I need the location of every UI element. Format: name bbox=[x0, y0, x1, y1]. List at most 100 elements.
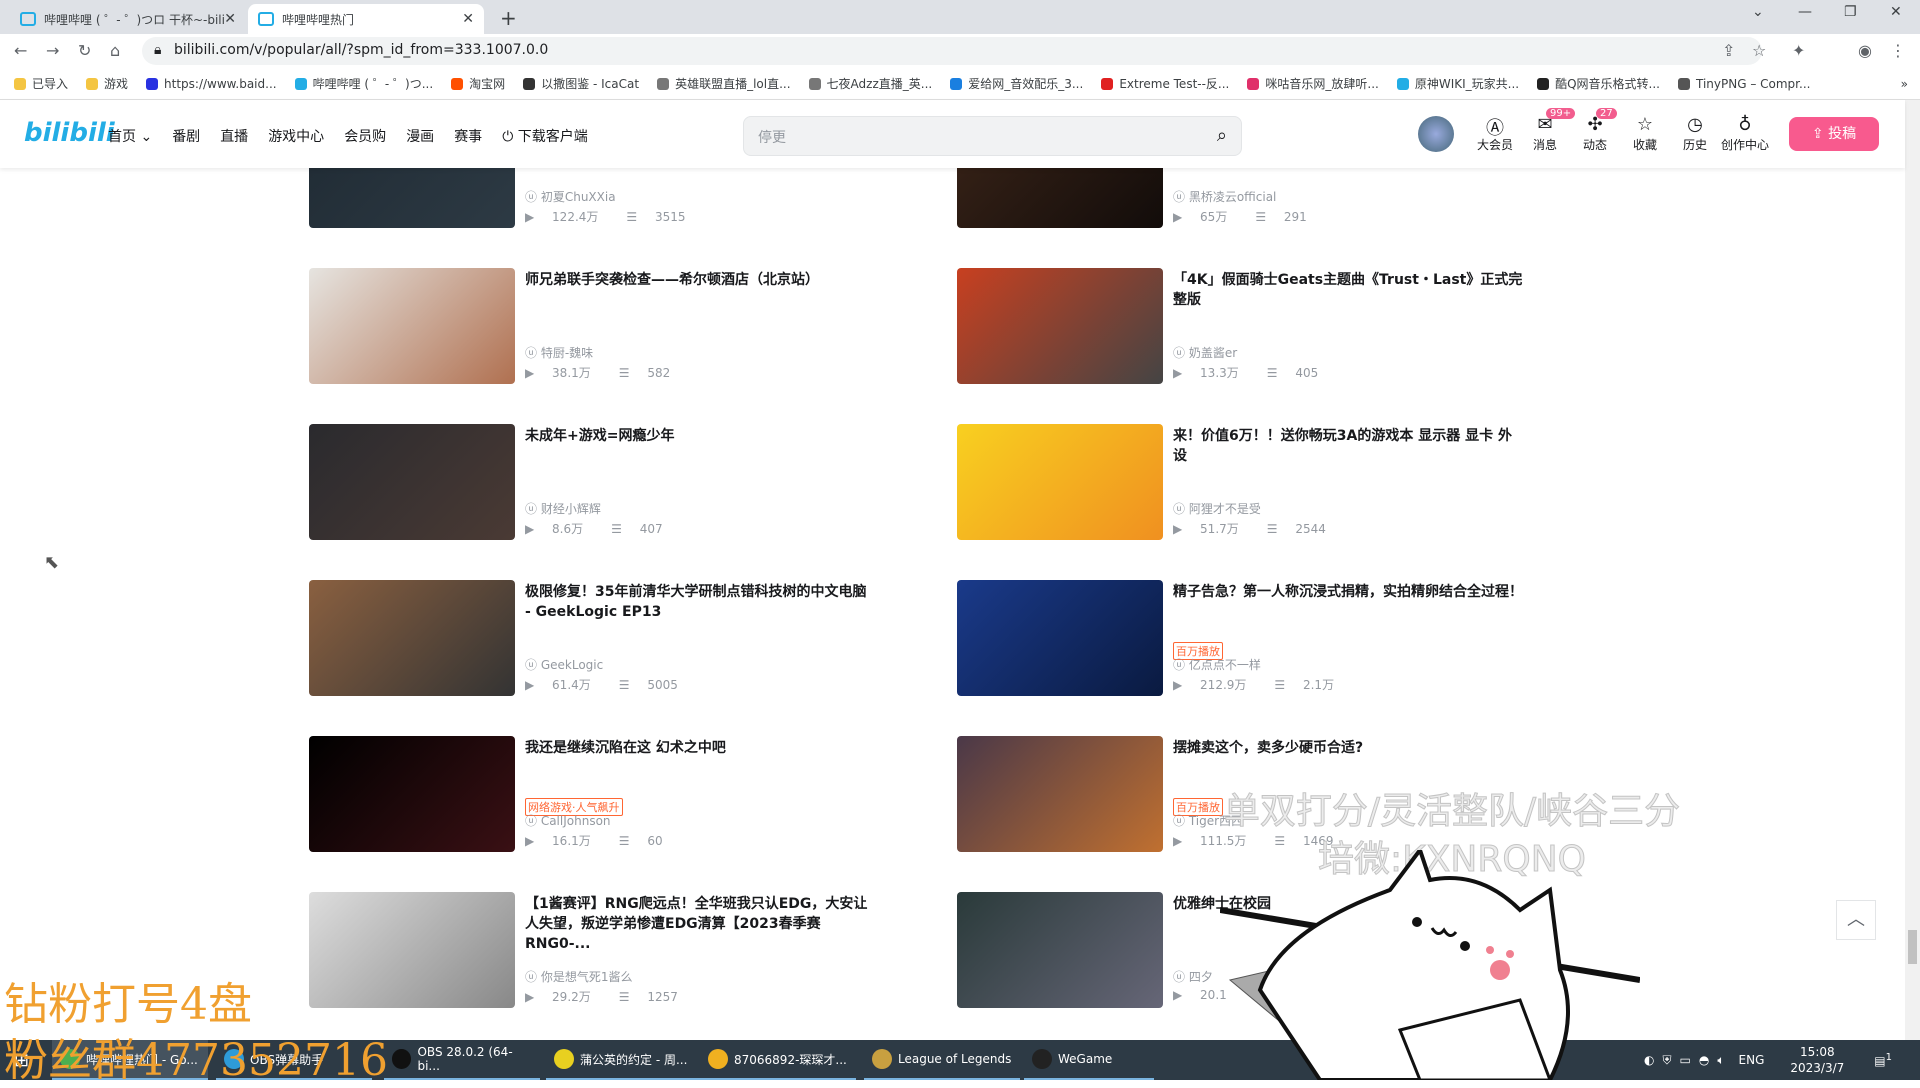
tab-bilibili-home[interactable]: 哔哩哔哩 ( ゜- ゜)つロ 干杯~-bili ✕ bbox=[10, 4, 246, 34]
avatar[interactable] bbox=[1418, 116, 1454, 152]
video-card[interactable]: 我还是继续沉陷在这 幻术之中吧 网络游戏·人气飙升 ⓤ CallJohnson ▶ 1… bbox=[309, 736, 909, 852]
taskbar-item[interactable]: 87066892-琛琛才... bbox=[700, 1040, 856, 1080]
bookmark-item[interactable]: 原神WIKI_玩家共... bbox=[1396, 75, 1519, 92]
taskbar-item[interactable]: WeGame bbox=[1024, 1040, 1154, 1080]
uploader[interactable]: ⓤ 初夏ChuXXia bbox=[525, 188, 616, 205]
restore-button[interactable]: ❐ bbox=[1844, 4, 1857, 20]
video-thumbnail[interactable] bbox=[309, 580, 515, 696]
video-thumbnail[interactable] bbox=[957, 268, 1163, 384]
uploader[interactable]: ⓤ 特厨-魏味 bbox=[525, 344, 593, 361]
close-window-button[interactable]: ✕ bbox=[1890, 4, 1902, 20]
nav-item[interactable]: 赛事 bbox=[454, 126, 482, 146]
bookmark-item[interactable]: Extreme Test--反... bbox=[1101, 75, 1229, 92]
video-card[interactable]: 极限修复！35年前清华大学研制点错科技树的中文电脑 - GeekLogic EP… bbox=[309, 580, 909, 696]
back-icon[interactable]: ← bbox=[14, 41, 27, 60]
bookmark-item[interactable]: TinyPNG – Compr... bbox=[1678, 77, 1810, 91]
bookmark-item[interactable]: 以撒图鉴 - IcaCat bbox=[523, 75, 639, 92]
bookmark-item[interactable]: 七夜Adzz直播_英... bbox=[808, 75, 932, 92]
close-tab-icon[interactable]: ✕ bbox=[462, 11, 474, 27]
video-thumbnail[interactable] bbox=[957, 580, 1163, 696]
video-thumbnail[interactable] bbox=[309, 892, 515, 1008]
new-tab-button[interactable]: + bbox=[500, 6, 517, 30]
wegame-tray-icon[interactable]: ◐ bbox=[1644, 1053, 1654, 1067]
tab-bilibili-popular[interactable]: 哔哩哔哩热门 ✕ bbox=[248, 4, 484, 34]
bookmark-item[interactable]: 淘宝网 bbox=[451, 75, 505, 92]
scrollbar[interactable] bbox=[1905, 100, 1920, 1040]
uploader[interactable]: ⓤ CallJohnson bbox=[525, 812, 611, 829]
clock[interactable]: 15:08 2023/3/7 bbox=[1790, 1044, 1844, 1076]
header-收藏[interactable]: ☆ 收藏 bbox=[1620, 114, 1670, 153]
volume-icon[interactable]: 🔈︎ bbox=[1717, 1053, 1724, 1068]
video-title[interactable]: 来！价值6万！！送你畅玩3A的游戏本 显示器 显卡 外设 bbox=[1173, 426, 1523, 466]
uploader[interactable]: ⓤ 四夕 bbox=[1173, 968, 1213, 985]
video-card[interactable]: 师兄弟联手突袭检查——希尔顿酒店（北京站） ⓤ 特厨-魏味 ▶ 38.1万 ☰ 582 bbox=[309, 268, 909, 384]
uploader[interactable]: ⓤ 财经小辉辉 bbox=[525, 500, 601, 517]
nav-item[interactable]: ⏻ 下载客户端 bbox=[502, 126, 588, 146]
video-card[interactable]: 【1酱赛评】RNG爬远点！全华班我只认EDG，大安让人失望，叛逆学弟惨遭EDG清… bbox=[309, 892, 909, 1008]
bookmark-item[interactable]: 爱给网_音效配乐_3... bbox=[950, 75, 1083, 92]
home-icon[interactable]: ⌂ bbox=[110, 41, 120, 60]
tab-list-icon[interactable]: ⌄ bbox=[1752, 4, 1764, 20]
uploader[interactable]: ⓤ 亿点点不一样 bbox=[1173, 656, 1261, 673]
video-thumbnail[interactable] bbox=[309, 268, 515, 384]
bookmark-item[interactable]: https://www.baid... bbox=[146, 77, 277, 91]
uploader[interactable]: ⓤ 你是想气死1酱么 bbox=[525, 968, 632, 985]
bookmark-item[interactable]: 哔哩哔哩 ( ゜- ゜)つ... bbox=[294, 75, 433, 92]
uploader[interactable]: ⓤ GeekLogic bbox=[525, 656, 603, 673]
video-title[interactable]: 「4K」假面骑士Geats主题曲《Trust・Last》正式完整版 bbox=[1173, 270, 1523, 310]
security-tray-icon[interactable]: ⛨ bbox=[1662, 1053, 1671, 1068]
scrollbar-thumb[interactable] bbox=[1908, 930, 1917, 964]
nav-item[interactable]: 会员购 bbox=[344, 126, 386, 146]
video-card[interactable]: 精子告急？第一人称沉浸式捐精，实拍精卵结合全过程！ 百万播放 ⓤ 亿点点不一样 ▶ 2… bbox=[957, 580, 1557, 696]
extensions-icon[interactable]: ✦ bbox=[1792, 41, 1805, 60]
bookmark-item[interactable]: 英雄联盟直播_lol直... bbox=[657, 75, 791, 92]
nav-item[interactable]: 番剧 bbox=[172, 126, 200, 146]
video-title[interactable]: 我还是继续沉陷在这 幻术之中吧 bbox=[525, 738, 875, 758]
video-thumbnail[interactable] bbox=[309, 736, 515, 852]
taskbar-item[interactable]: OBS 28.0.2 (64-bi... bbox=[384, 1040, 540, 1080]
nav-item[interactable]: 直播 bbox=[220, 126, 248, 146]
video-thumbnail[interactable] bbox=[957, 424, 1163, 540]
video-thumbnail[interactable] bbox=[957, 736, 1163, 852]
bookmarks-overflow-icon[interactable]: » bbox=[1901, 77, 1908, 91]
video-title[interactable]: 【1酱赛评】RNG爬远点！全华班我只认EDG，大安让人失望，叛逆学弟惨遭EDG清… bbox=[525, 894, 875, 954]
bilibili-logo[interactable]: bilibili bbox=[24, 118, 115, 148]
taskbar-item[interactable]: 蒲公英的约定 - 周... bbox=[546, 1040, 702, 1080]
video-card[interactable]: 「4K」假面骑士Geats主题曲《Trust・Last》正式完整版 ⓤ 奶盖酱er… bbox=[957, 268, 1557, 384]
header-大会员[interactable]: Ⓐ 大会员 bbox=[1470, 114, 1520, 153]
uploader[interactable]: ⓤ 黑桥凌云official bbox=[1173, 188, 1276, 205]
taskbar-item[interactable]: League of Legends bbox=[864, 1040, 1020, 1080]
share-icon[interactable]: ⇪ bbox=[1722, 41, 1735, 60]
bookmark-item[interactable]: 咪咕音乐网_放肆听... bbox=[1247, 75, 1379, 92]
video-card[interactable]: 未成年+游戏=网瘾少年 ⓤ 财经小辉辉 ▶ 8.6万 ☰ 407 bbox=[309, 424, 909, 540]
back-to-top-button[interactable]: ︿ bbox=[1836, 900, 1876, 940]
uploader[interactable]: ⓤ 阿狸才不是受 bbox=[1173, 500, 1261, 517]
search-icon[interactable]: ⌕ bbox=[1217, 125, 1227, 146]
bookmark-item[interactable]: 已导入 bbox=[14, 75, 68, 92]
search-input[interactable]: 停更 ⌕ bbox=[743, 116, 1242, 156]
close-tab-icon[interactable]: ✕ bbox=[224, 11, 236, 27]
video-title[interactable]: 师兄弟联手突袭检查——希尔顿酒店（北京站） bbox=[525, 270, 875, 290]
network-icon[interactable]: ▭ bbox=[1680, 1053, 1691, 1067]
profile-icon[interactable]: ◉ bbox=[1858, 41, 1872, 60]
video-title[interactable]: 精子告急？第一人称沉浸式捐精，实拍精卵结合全过程！ bbox=[1173, 582, 1523, 602]
nav-item[interactable]: 首页 ⌄ bbox=[108, 126, 152, 146]
header-创作中心[interactable]: ♁ 创作中心 bbox=[1720, 114, 1770, 153]
notifications-icon[interactable]: ▤1 bbox=[1874, 1052, 1892, 1068]
video-thumbnail[interactable] bbox=[309, 424, 515, 540]
bookmark-star-icon[interactable]: ☆ bbox=[1752, 41, 1766, 60]
language-indicator[interactable]: ENG bbox=[1739, 1053, 1765, 1067]
bookmark-item[interactable]: 游戏 bbox=[86, 75, 128, 92]
video-card[interactable]: 来！价值6万！！送你畅玩3A的游戏本 显示器 显卡 外设 ⓤ 阿狸才不是受 ▶ 51… bbox=[957, 424, 1557, 540]
video-thumbnail[interactable] bbox=[957, 892, 1163, 1008]
header-消息[interactable]: ✉ 消息 99+ bbox=[1520, 108, 1576, 153]
header-动态[interactable]: ✣ 动态 27 bbox=[1570, 108, 1620, 153]
forward-icon[interactable]: → bbox=[46, 41, 59, 60]
minimize-button[interactable]: — bbox=[1798, 4, 1812, 20]
qq-tray-icon[interactable]: ◓ bbox=[1699, 1053, 1709, 1067]
video-title[interactable]: 极限修复！35年前清华大学研制点错科技树的中文电脑 - GeekLogic EP… bbox=[525, 582, 875, 622]
bookmark-item[interactable]: 酷Q网音乐格式转... bbox=[1537, 75, 1660, 92]
header-历史[interactable]: ◷ 历史 bbox=[1670, 114, 1720, 153]
reload-icon[interactable]: ↻ bbox=[78, 41, 91, 60]
nav-item[interactable]: 漫画 bbox=[406, 126, 434, 146]
